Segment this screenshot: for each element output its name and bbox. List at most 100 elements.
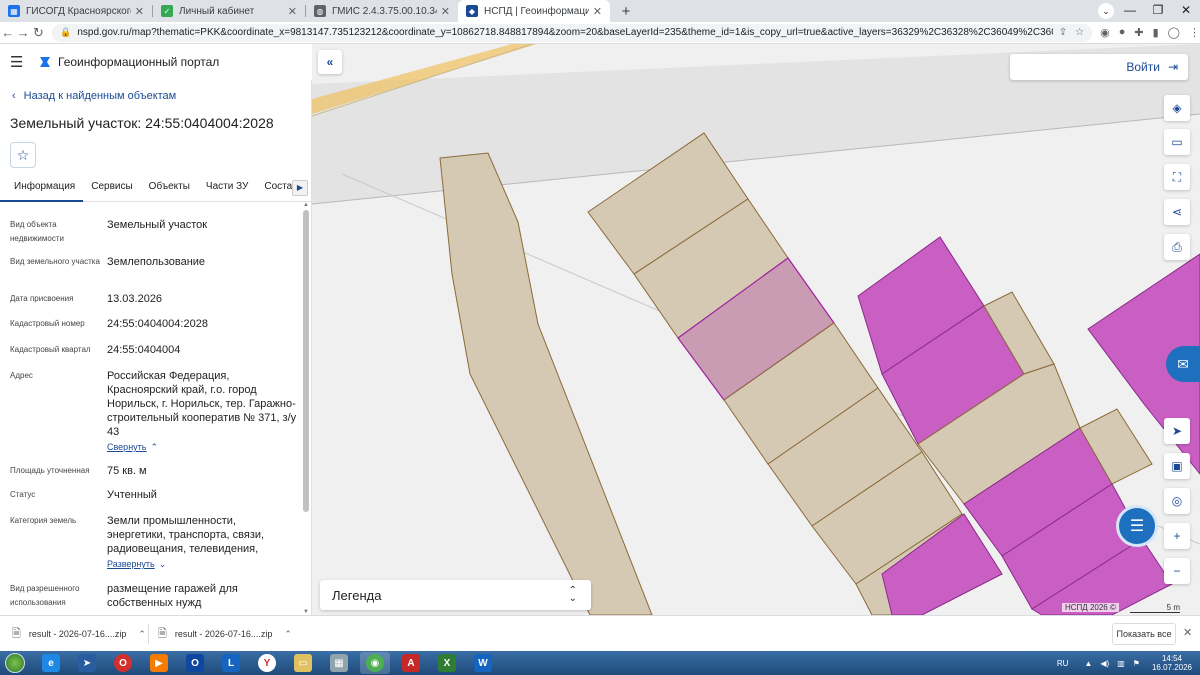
download-item[interactable]: 🗎 result - 2026-07-16....zip ⌃	[12, 624, 146, 644]
close-icon[interactable]: ✕	[593, 5, 602, 18]
taskbar-acrobat[interactable]: A	[396, 652, 426, 674]
login-button[interactable]: Войти ⇥	[1010, 54, 1188, 80]
window-close-icon[interactable]: ✕	[1172, 0, 1200, 20]
back-arrow-icon[interactable]: ←	[0, 25, 15, 40]
support-button[interactable]: ✉	[1166, 346, 1200, 382]
volume-icon[interactable]: ◀)	[1100, 659, 1109, 668]
tab-search-chevron-icon[interactable]: ⌄	[1098, 3, 1114, 19]
close-icon[interactable]: ✕	[1183, 626, 1192, 639]
taskbar-excel[interactable]: X	[432, 652, 462, 674]
taskbar-word[interactable]: W	[468, 652, 498, 674]
browser-tab-4-active[interactable]: ◆ НСПД | Геоинформационный п ✕	[458, 0, 610, 22]
chevron-up-icon[interactable]: ⌃	[138, 629, 146, 640]
select-area-button[interactable]: ⛶	[1164, 164, 1190, 190]
gis-favicon-icon: ▦	[8, 5, 20, 17]
basemap-icon: ▣	[1171, 459, 1183, 473]
tab-information[interactable]: Информация	[0, 176, 84, 202]
taskbar-opera[interactable]: O	[108, 652, 138, 674]
ruler-icon: ▭	[1171, 135, 1183, 149]
menu-icon[interactable]: ☰	[10, 53, 30, 71]
scroll-thumb[interactable]	[303, 210, 309, 512]
tabs-scroll-right-button[interactable]: ▶	[292, 180, 308, 196]
expand-label: Развернуть	[107, 559, 155, 569]
tab-objects[interactable]: Объекты	[141, 176, 198, 202]
bookmark-star-icon[interactable]: ☆	[1075, 27, 1084, 38]
browser-tab-1[interactable]: ▦ ГИСОГД Красноярского края ✕	[0, 0, 152, 22]
tab-parts[interactable]: Части ЗУ	[198, 176, 256, 202]
panel-scrollbar[interactable]: ▲ ▼	[302, 202, 310, 615]
download-item[interactable]: 🗎 result - 2026-07-16....zip ⌃	[158, 624, 292, 644]
tab-services[interactable]: Сервисы	[83, 176, 140, 202]
expand-link[interactable]: Развернуть ⌄	[107, 557, 297, 571]
lock-icon[interactable]: 🔒	[60, 27, 71, 38]
show-all-downloads-button[interactable]: Показать все	[1112, 623, 1176, 645]
forward-arrow-icon[interactable]: →	[15, 25, 30, 40]
restore-icon[interactable]: ❐	[1144, 0, 1172, 20]
network-icon[interactable]: ▥	[1117, 659, 1125, 668]
windows-logo-icon	[5, 653, 25, 673]
layers-button[interactable]: ◈	[1164, 95, 1190, 121]
taskbar-yandex[interactable]: Y	[252, 652, 282, 674]
close-icon[interactable]: ✕	[135, 5, 144, 18]
close-icon[interactable]: ✕	[288, 5, 297, 18]
back-to-results-link[interactable]: ‹ Назад к найденным объектам	[12, 90, 176, 102]
my-location-button[interactable]: ◎	[1164, 488, 1190, 514]
map-attribution: НСПД 2026 ©	[1062, 603, 1119, 612]
share-button[interactable]: ⋖	[1164, 199, 1190, 225]
minimize-icon[interactable]: —	[1116, 0, 1144, 20]
clock[interactable]: 14:54 16.07.2026	[1152, 654, 1192, 672]
chevron-up-icon[interactable]: ⌃	[284, 629, 292, 640]
login-arrow-icon: ⇥	[1167, 60, 1178, 74]
file-icon: 🗎	[12, 627, 21, 640]
kebab-menu-icon[interactable]: ⋮	[1189, 26, 1200, 39]
favorite-button[interactable]: ☆	[10, 142, 36, 168]
taskbar-media[interactable]: ▶	[144, 652, 174, 674]
scroll-up-icon[interactable]: ▲	[302, 202, 310, 208]
language-indicator[interactable]: RU	[1057, 659, 1069, 668]
login-label: Войти	[1126, 60, 1160, 74]
map-canvas[interactable]	[312, 44, 1200, 615]
tab-title: Личный кабинет	[179, 5, 255, 17]
profile-icon[interactable]: ◯	[1168, 26, 1180, 39]
taskbar-outlook[interactable]: O	[180, 652, 210, 674]
map-layer	[312, 44, 1200, 615]
measure-button[interactable]: ▭	[1164, 129, 1190, 155]
chrome-icon: ◉	[366, 654, 384, 672]
reload-icon[interactable]: ↻	[31, 25, 46, 41]
field-value: Российская Федерация, Красноярский край,…	[107, 370, 297, 438]
browser-tab-2[interactable]: ✓ Личный кабинет ✕	[153, 0, 305, 22]
taskbar-app[interactable]: ➤	[72, 652, 102, 674]
geolocation-button[interactable]: ➤	[1164, 418, 1190, 444]
taskbar-lync[interactable]: L	[216, 652, 246, 674]
extension-icon[interactable]: ●	[1119, 26, 1126, 39]
chat-button[interactable]: ☰	[1116, 505, 1158, 547]
zoom-out-button[interactable]: −	[1164, 558, 1190, 584]
url-text[interactable]: nspd.gov.ru/map?thematic=PKK&coordinate_…	[77, 27, 1052, 38]
legend-dropdown[interactable]: Легенда ⌃ ⌄	[320, 580, 591, 610]
share-icon[interactable]: ⇪	[1059, 27, 1067, 38]
start-button[interactable]	[0, 651, 30, 675]
browser-tab-3[interactable]: ◍ ГМИС 2.4.3.75.00.10.34 ✕	[306, 0, 458, 22]
map-scale: 5 m	[1130, 603, 1180, 613]
flag-icon[interactable]: ⚑	[1133, 659, 1140, 668]
collapse-link[interactable]: Свернуть ⌃	[107, 440, 297, 454]
layers-icon: ◈	[1172, 101, 1182, 115]
extension-icon[interactable]: ◉	[1100, 26, 1110, 39]
close-icon[interactable]: ✕	[441, 5, 450, 18]
legend-label: Легенда	[332, 587, 382, 603]
taskbar-ie[interactable]: e	[36, 652, 66, 674]
field-label: Вид земельного участка	[10, 257, 100, 266]
address-bar[interactable]: 🔒 nspd.gov.ru/map?thematic=PKK&coordinat…	[52, 23, 1093, 42]
puzzle-icon[interactable]: ✚	[1134, 26, 1143, 39]
new-tab-button[interactable]: +	[616, 1, 636, 21]
collapse-panel-button[interactable]: «	[318, 50, 342, 74]
taskbar-app[interactable]: ▦	[324, 652, 354, 674]
chevron-up-icon[interactable]: ▲	[1084, 659, 1092, 668]
field-label: Кадастровый номер	[10, 319, 85, 328]
side-panel-icon[interactable]: ▮	[1153, 26, 1159, 39]
taskbar-chrome[interactable]: ◉	[360, 652, 390, 674]
basemap-button[interactable]: ▣	[1164, 453, 1190, 479]
taskbar-explorer[interactable]: ▭	[288, 652, 318, 674]
print-button[interactable]: ⎙	[1164, 234, 1190, 260]
zoom-in-button[interactable]: +	[1164, 523, 1190, 549]
